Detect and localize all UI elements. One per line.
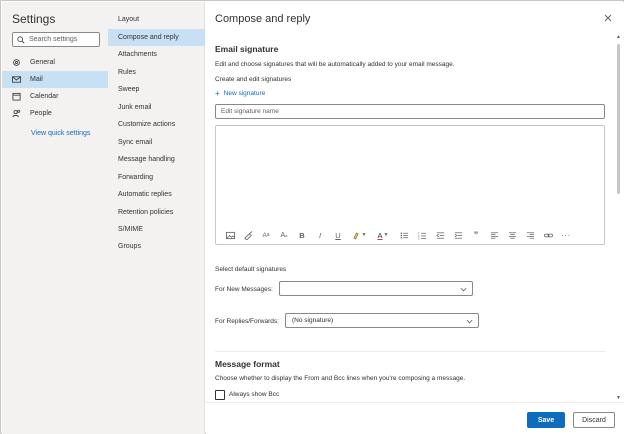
search-icon <box>17 35 25 43</box>
email-signature-description: Edit and choose signatures that will be … <box>215 61 455 68</box>
mail-nav-item-message-handling[interactable]: Message handling <box>108 151 205 168</box>
more-icon[interactable]: ··· <box>560 229 572 241</box>
message-format-heading: Message format <box>215 359 280 369</box>
sidebar-item-mail[interactable]: Mail <box>2 71 108 88</box>
mail-nav-item-layout[interactable]: Layout <box>108 11 205 28</box>
align-right-icon[interactable] <box>524 229 536 241</box>
image-icon[interactable] <box>224 229 236 241</box>
default-signatures-heading: Select default signatures <box>215 266 287 273</box>
always-show-bcc-label: Always show Bcc <box>229 391 280 398</box>
mail-nav-item-smime[interactable]: S/MIME <box>108 221 205 238</box>
link-icon[interactable] <box>542 229 554 241</box>
mail-nav-item-attachments[interactable]: Attachments <box>108 46 205 63</box>
bullets-icon[interactable] <box>398 229 410 241</box>
save-button[interactable]: Save <box>527 412 565 428</box>
mail-nav-item-rules[interactable]: Rules <box>108 64 205 81</box>
calendar-icon <box>12 92 21 101</box>
mail-settings-nav: Layout Compose and reply Attachments Rul… <box>108 2 205 434</box>
chevron-down-icon <box>466 319 473 324</box>
mail-icon <box>12 76 21 83</box>
chevron-down-icon <box>460 287 467 292</box>
new-signature-label: New signature <box>223 90 266 97</box>
italic-icon[interactable]: I <box>314 229 326 241</box>
underline-icon[interactable]: U <box>332 229 344 241</box>
highlight-icon[interactable]: ▼ <box>350 229 368 241</box>
discard-button[interactable]: Discard <box>573 412 615 428</box>
search-box[interactable] <box>12 32 100 47</box>
scroll-thumb[interactable] <box>617 44 620 194</box>
compose-and-reply-pane: Compose and reply ▲ ▼ Email signature Ed… <box>206 2 624 434</box>
settings-sidebar: Settings General Mail Calendar People Vi… <box>2 2 108 434</box>
close-icon[interactable] <box>602 12 614 24</box>
settings-title: Settings <box>12 12 56 26</box>
footer-bar: Save Discard <box>206 402 624 434</box>
message-format-description: Choose whether to display the From and B… <box>215 375 466 382</box>
replies-forwards-signature-dropdown[interactable]: (No signature) <box>285 313 479 328</box>
font-size-icon[interactable]: Aa <box>278 229 290 241</box>
decrease-indent-icon[interactable] <box>434 229 446 241</box>
new-signature-link[interactable]: + New signature <box>215 89 265 98</box>
mail-nav-item-junk-email[interactable]: Junk email <box>108 99 205 116</box>
settings-window: Settings General Mail Calendar People Vi… <box>0 0 624 434</box>
signature-name-input[interactable] <box>216 105 604 118</box>
sidebar-item-label: Calendar <box>30 93 59 100</box>
sidebar-item-label: General <box>30 59 55 66</box>
new-messages-signature-dropdown[interactable] <box>279 281 473 296</box>
mail-nav-item-customize-actions[interactable]: Customize actions <box>108 116 205 133</box>
replies-forwards-selected-value: (No signature) <box>292 317 334 324</box>
mail-nav-item-retention-policies[interactable]: Retention policies <box>108 204 205 221</box>
page-title: Compose and reply <box>215 13 311 25</box>
search-input[interactable] <box>29 36 99 43</box>
mail-nav-item-forwarding[interactable]: Forwarding <box>108 169 205 186</box>
mail-nav-item-sweep[interactable]: Sweep <box>108 81 205 98</box>
plus-icon: + <box>215 89 220 98</box>
section-divider <box>215 351 605 352</box>
sidebar-item-general[interactable]: General <box>2 54 108 71</box>
mail-nav-item-groups[interactable]: Groups <box>108 238 205 255</box>
sidebar-item-label: Mail <box>30 76 43 83</box>
sidebar-item-calendar[interactable]: Calendar <box>2 88 108 105</box>
numbering-icon[interactable]: 123 <box>416 229 428 241</box>
svg-text:3: 3 <box>418 236 420 239</box>
sidebar-item-label: People <box>30 110 52 117</box>
create-edit-signatures-label: Create and edit signatures <box>215 76 292 83</box>
always-show-bcc-checkbox[interactable] <box>215 390 225 400</box>
align-left-icon[interactable] <box>488 229 500 241</box>
quote-icon[interactable]: ” <box>470 229 482 241</box>
signature-editor: Aa Aa B I U ▼ A ▼ 123 ” ··· <box>215 125 605 245</box>
increase-indent-icon[interactable] <box>452 229 464 241</box>
mail-nav-item-compose-and-reply[interactable]: Compose and reply <box>108 29 205 46</box>
mail-nav-item-sync-email[interactable]: Sync email <box>108 134 205 151</box>
scroll-down-arrow-icon[interactable]: ▼ <box>615 395 622 402</box>
signature-editor-area[interactable] <box>216 126 604 222</box>
font-icon[interactable]: Aa <box>260 229 272 241</box>
mail-nav-item-automatic-replies[interactable]: Automatic replies <box>108 186 205 203</box>
replies-forwards-label: For Replies/Forwards: <box>215 318 279 325</box>
people-icon <box>12 109 21 118</box>
scrollbar[interactable]: ▲ ▼ <box>615 34 622 402</box>
scroll-up-arrow-icon[interactable]: ▲ <box>615 34 622 41</box>
format-painter-icon[interactable] <box>242 229 254 241</box>
signature-name-field[interactable] <box>215 104 605 119</box>
email-signature-heading: Email signature <box>215 44 279 54</box>
new-messages-label: For New Messages: <box>215 286 273 293</box>
formatting-toolbar: Aa Aa B I U ▼ A ▼ 123 ” ··· <box>224 229 578 241</box>
font-color-icon[interactable]: A ▼ <box>374 229 392 241</box>
gear-icon <box>13 59 20 66</box>
align-center-icon[interactable] <box>506 229 518 241</box>
bold-icon[interactable]: B <box>296 229 308 241</box>
sidebar-item-people[interactable]: People <box>2 105 108 122</box>
view-quick-settings-link[interactable]: View quick settings <box>31 130 90 137</box>
